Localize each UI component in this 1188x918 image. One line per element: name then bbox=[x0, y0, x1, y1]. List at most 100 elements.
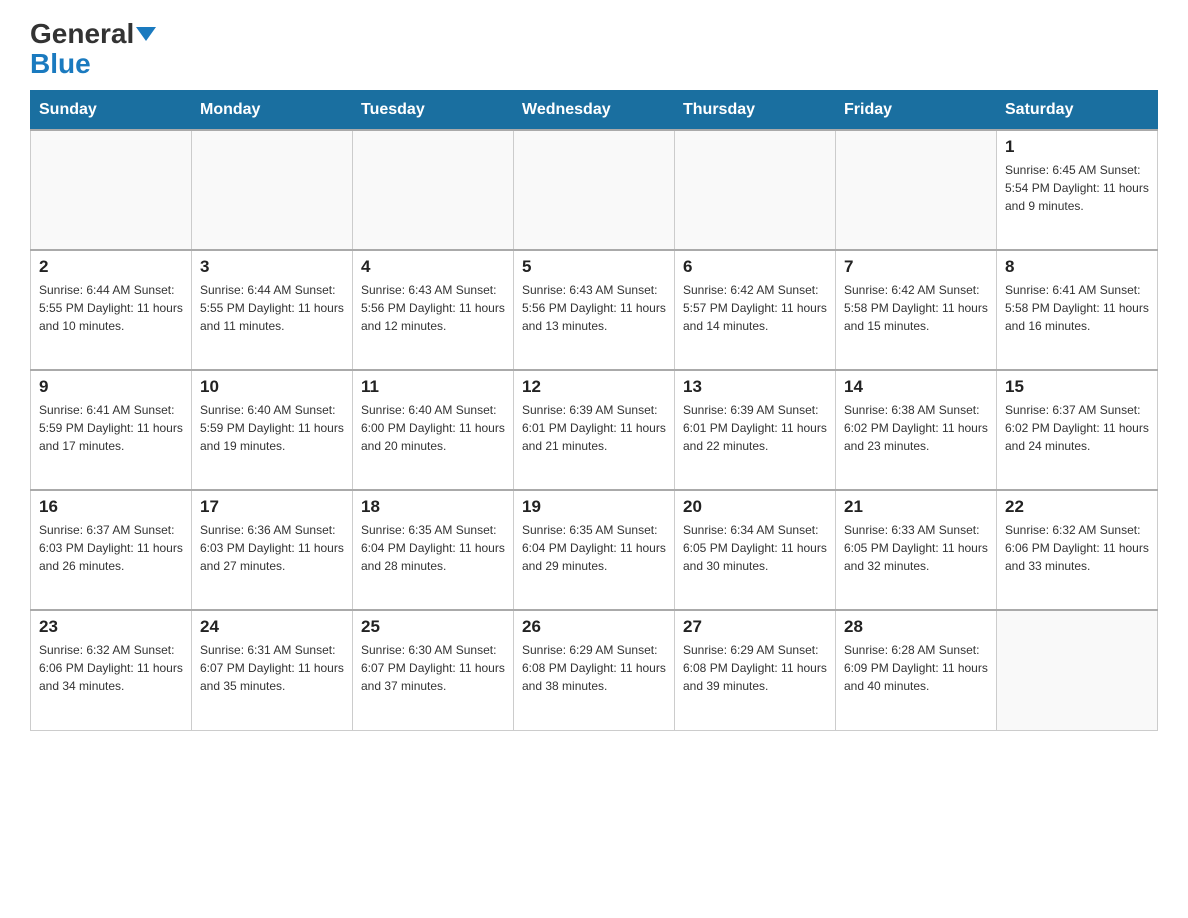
calendar-cell: 24 Sunrise: 6:31 AM Sunset: 6:07 PM Dayli… bbox=[192, 610, 353, 730]
calendar-cell bbox=[192, 130, 353, 250]
calendar-cell: 15 Sunrise: 6:37 AM Sunset: 6:02 PM Dayli… bbox=[997, 370, 1158, 490]
day-number: 1 bbox=[1005, 137, 1149, 157]
day-number: 8 bbox=[1005, 257, 1149, 277]
day-info: Sunrise: 6:41 AM Sunset: 5:58 PM Dayligh… bbox=[1005, 281, 1149, 335]
calendar-cell: 17 Sunrise: 6:36 AM Sunset: 6:03 PM Dayli… bbox=[192, 490, 353, 610]
day-info: Sunrise: 6:31 AM Sunset: 6:07 PM Dayligh… bbox=[200, 641, 344, 695]
calendar-cell: 8 Sunrise: 6:41 AM Sunset: 5:58 PM Daylig… bbox=[997, 250, 1158, 370]
day-number: 15 bbox=[1005, 377, 1149, 397]
day-info: Sunrise: 6:41 AM Sunset: 5:59 PM Dayligh… bbox=[39, 401, 183, 455]
calendar-header-monday: Monday bbox=[192, 91, 353, 131]
calendar-week-2: 2 Sunrise: 6:44 AM Sunset: 5:55 PM Daylig… bbox=[31, 250, 1158, 370]
day-info: Sunrise: 6:43 AM Sunset: 5:56 PM Dayligh… bbox=[361, 281, 505, 335]
calendar-cell bbox=[836, 130, 997, 250]
calendar-cell: 20 Sunrise: 6:34 AM Sunset: 6:05 PM Dayli… bbox=[675, 490, 836, 610]
day-number: 21 bbox=[844, 497, 988, 517]
day-number: 3 bbox=[200, 257, 344, 277]
day-info: Sunrise: 6:33 AM Sunset: 6:05 PM Dayligh… bbox=[844, 521, 988, 575]
logo-general: General bbox=[30, 20, 134, 48]
calendar-cell: 21 Sunrise: 6:33 AM Sunset: 6:05 PM Dayli… bbox=[836, 490, 997, 610]
calendar-cell: 3Sunrise: 6:44 AM Sunset: 5:55 PM Daylig… bbox=[192, 250, 353, 370]
logo: General Blue bbox=[30, 20, 156, 80]
day-number: 25 bbox=[361, 617, 505, 637]
calendar-cell: 28 Sunrise: 6:28 AM Sunset: 6:09 PM Dayli… bbox=[836, 610, 997, 730]
day-number: 9 bbox=[39, 377, 183, 397]
day-info: Sunrise: 6:32 AM Sunset: 6:06 PM Dayligh… bbox=[39, 641, 183, 695]
day-info: Sunrise: 6:36 AM Sunset: 6:03 PM Dayligh… bbox=[200, 521, 344, 575]
day-info: Sunrise: 6:29 AM Sunset: 6:08 PM Dayligh… bbox=[683, 641, 827, 695]
calendar-cell: 4 Sunrise: 6:43 AM Sunset: 5:56 PM Daylig… bbox=[353, 250, 514, 370]
day-info: Sunrise: 6:34 AM Sunset: 6:05 PM Dayligh… bbox=[683, 521, 827, 575]
calendar-table: SundayMondayTuesdayWednesdayThursdayFrid… bbox=[30, 90, 1158, 731]
calendar-cell: 5 Sunrise: 6:43 AM Sunset: 5:56 PM Daylig… bbox=[514, 250, 675, 370]
day-info: Sunrise: 6:38 AM Sunset: 6:02 PM Dayligh… bbox=[844, 401, 988, 455]
day-info: Sunrise: 6:28 AM Sunset: 6:09 PM Dayligh… bbox=[844, 641, 988, 695]
day-info: Sunrise: 6:39 AM Sunset: 6:01 PM Dayligh… bbox=[522, 401, 666, 455]
day-number: 14 bbox=[844, 377, 988, 397]
calendar-cell: 19 Sunrise: 6:35 AM Sunset: 6:04 PM Dayli… bbox=[514, 490, 675, 610]
calendar-cell: 23 Sunrise: 6:32 AM Sunset: 6:06 PM Dayli… bbox=[31, 610, 192, 730]
day-info: Sunrise: 6:32 AM Sunset: 6:06 PM Dayligh… bbox=[1005, 521, 1149, 575]
page-header: General Blue bbox=[30, 20, 1158, 80]
day-number: 6 bbox=[683, 257, 827, 277]
day-info: Sunrise: 6:39 AM Sunset: 6:01 PM Dayligh… bbox=[683, 401, 827, 455]
day-info: Sunrise: 6:40 AM Sunset: 5:59 PM Dayligh… bbox=[200, 401, 344, 455]
calendar-header-friday: Friday bbox=[836, 91, 997, 131]
day-number: 22 bbox=[1005, 497, 1149, 517]
day-number: 13 bbox=[683, 377, 827, 397]
day-info: Sunrise: 6:35 AM Sunset: 6:04 PM Dayligh… bbox=[522, 521, 666, 575]
calendar-cell: 14 Sunrise: 6:38 AM Sunset: 6:02 PM Dayli… bbox=[836, 370, 997, 490]
day-info: Sunrise: 6:45 AM Sunset: 5:54 PM Dayligh… bbox=[1005, 161, 1149, 215]
day-number: 28 bbox=[844, 617, 988, 637]
day-number: 7 bbox=[844, 257, 988, 277]
calendar-week-1: 1 Sunrise: 6:45 AM Sunset: 5:54 PM Daylig… bbox=[31, 130, 1158, 250]
calendar-header-tuesday: Tuesday bbox=[353, 91, 514, 131]
day-number: 12 bbox=[522, 377, 666, 397]
calendar-cell: 18 Sunrise: 6:35 AM Sunset: 6:04 PM Dayli… bbox=[353, 490, 514, 610]
logo-triangle-icon bbox=[136, 27, 156, 41]
day-number: 20 bbox=[683, 497, 827, 517]
day-info: Sunrise: 6:40 AM Sunset: 6:00 PM Dayligh… bbox=[361, 401, 505, 455]
calendar-cell: 25 Sunrise: 6:30 AM Sunset: 6:07 PM Dayli… bbox=[353, 610, 514, 730]
calendar-cell: 10Sunrise: 6:40 AM Sunset: 5:59 PM Dayli… bbox=[192, 370, 353, 490]
day-number: 19 bbox=[522, 497, 666, 517]
calendar-cell: 1 Sunrise: 6:45 AM Sunset: 5:54 PM Daylig… bbox=[997, 130, 1158, 250]
day-number: 18 bbox=[361, 497, 505, 517]
calendar-header-wednesday: Wednesday bbox=[514, 91, 675, 131]
calendar-cell bbox=[675, 130, 836, 250]
day-number: 24 bbox=[200, 617, 344, 637]
day-number: 4 bbox=[361, 257, 505, 277]
calendar-header-row: SundayMondayTuesdayWednesdayThursdayFrid… bbox=[31, 91, 1158, 131]
day-number: 11 bbox=[361, 377, 505, 397]
calendar-cell: 12 Sunrise: 6:39 AM Sunset: 6:01 PM Dayli… bbox=[514, 370, 675, 490]
day-number: 23 bbox=[39, 617, 183, 637]
calendar-cell: 22 Sunrise: 6:32 AM Sunset: 6:06 PM Dayli… bbox=[997, 490, 1158, 610]
day-info: Sunrise: 6:42 AM Sunset: 5:58 PM Dayligh… bbox=[844, 281, 988, 335]
calendar-cell: 16Sunrise: 6:37 AM Sunset: 6:03 PM Dayli… bbox=[31, 490, 192, 610]
day-info: Sunrise: 6:35 AM Sunset: 6:04 PM Dayligh… bbox=[361, 521, 505, 575]
calendar-cell: 27 Sunrise: 6:29 AM Sunset: 6:08 PM Dayli… bbox=[675, 610, 836, 730]
calendar-cell bbox=[997, 610, 1158, 730]
day-info: Sunrise: 6:30 AM Sunset: 6:07 PM Dayligh… bbox=[361, 641, 505, 695]
logo-blue: Blue bbox=[30, 48, 91, 80]
day-info: Sunrise: 6:29 AM Sunset: 6:08 PM Dayligh… bbox=[522, 641, 666, 695]
calendar-cell bbox=[514, 130, 675, 250]
calendar-cell: 7 Sunrise: 6:42 AM Sunset: 5:58 PM Daylig… bbox=[836, 250, 997, 370]
day-number: 5 bbox=[522, 257, 666, 277]
day-info: Sunrise: 6:37 AM Sunset: 6:02 PM Dayligh… bbox=[1005, 401, 1149, 455]
calendar-week-4: 16Sunrise: 6:37 AM Sunset: 6:03 PM Dayli… bbox=[31, 490, 1158, 610]
day-number: 27 bbox=[683, 617, 827, 637]
calendar-cell bbox=[353, 130, 514, 250]
calendar-cell: 9 Sunrise: 6:41 AM Sunset: 5:59 PM Daylig… bbox=[31, 370, 192, 490]
calendar-header-sunday: Sunday bbox=[31, 91, 192, 131]
day-info: Sunrise: 6:43 AM Sunset: 5:56 PM Dayligh… bbox=[522, 281, 666, 335]
day-info: Sunrise: 6:44 AM Sunset: 5:55 PM Dayligh… bbox=[39, 281, 183, 335]
day-number: 17 bbox=[200, 497, 344, 517]
calendar-cell bbox=[31, 130, 192, 250]
day-info: Sunrise: 6:37 AM Sunset: 6:03 PM Dayligh… bbox=[39, 521, 183, 575]
calendar-header-thursday: Thursday bbox=[675, 91, 836, 131]
calendar-week-5: 23 Sunrise: 6:32 AM Sunset: 6:06 PM Dayli… bbox=[31, 610, 1158, 730]
calendar-cell: 6Sunrise: 6:42 AM Sunset: 5:57 PM Daylig… bbox=[675, 250, 836, 370]
calendar-cell: 26Sunrise: 6:29 AM Sunset: 6:08 PM Dayli… bbox=[514, 610, 675, 730]
day-number: 2 bbox=[39, 257, 183, 277]
